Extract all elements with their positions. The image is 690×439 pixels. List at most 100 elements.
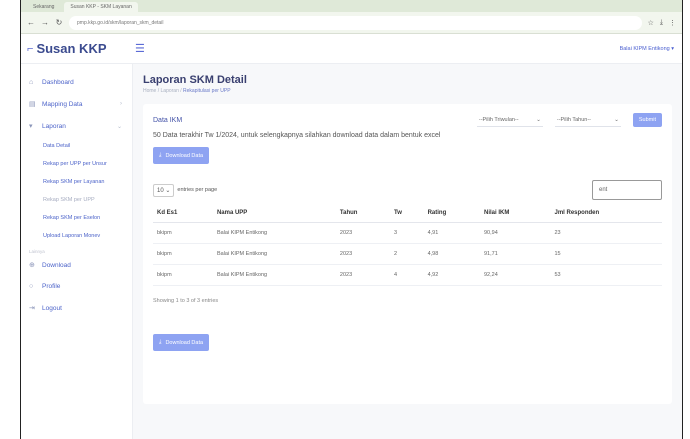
breadcrumb-home[interactable]: Home / Laporan / <box>143 88 182 94</box>
sidebar-subitem-active[interactable]: Rekap SKM per UPP <box>21 191 132 209</box>
page-title: Laporan SKM Detail <box>143 74 247 86</box>
column-header[interactable]: Nama UPP <box>212 204 336 223</box>
column-header[interactable]: Rating <box>423 204 480 223</box>
chevron-right-icon: › <box>120 101 122 107</box>
sidebar-item-dashboard[interactable]: ⌂ Dashboard <box>21 72 132 93</box>
sidebar-item-logout[interactable]: ⇥ Logout <box>21 297 132 319</box>
table-cell: 3 <box>389 222 424 244</box>
reload-icon[interactable]: ↻ <box>55 18 63 27</box>
home-icon: ⌂ <box>29 79 34 86</box>
sidebar-item-label: Dashboard <box>42 79 74 86</box>
bookmark-icon[interactable]: ☆ <box>648 19 654 27</box>
table-cell: 15 <box>550 243 662 265</box>
sidebar-subitem[interactable]: Rekap SKM per Layanan <box>21 173 132 191</box>
main-content: Laporan SKM Detail Home / Laporan / Reka… <box>133 64 682 439</box>
sidebar-item-label: Profile <box>42 283 61 290</box>
report-icon: ▾ <box>29 123 33 130</box>
brand[interactable]: ⌐ Susan KKP <box>21 41 133 56</box>
user-menu[interactable]: Balai KIPM Entikong ▾ <box>620 46 674 52</box>
sidebar-item-label: Logout <box>42 304 62 312</box>
entries-value: 10 <box>157 187 164 194</box>
data-card: Data IKM --Pilih Triwulan-- ⌄ --Pilih Ta… <box>143 104 672 404</box>
column-header[interactable]: Jml Responden <box>550 204 662 223</box>
download-data-label: Download Data <box>165 152 204 159</box>
sidebar-item-laporan[interactable]: ▾ Laporan ⌄ <box>21 115 132 137</box>
table-cell: bkipm <box>153 264 213 286</box>
mapping-icon: ▤ <box>29 101 36 108</box>
card-title: Data IKM <box>153 116 183 124</box>
brand-name: Susan KKP <box>36 41 107 56</box>
forward-icon[interactable]: → <box>41 18 49 27</box>
tab-bar: Sekarang Susan KKP - SKM Layanan <box>21 0 682 12</box>
logo-icon: ⌐ <box>27 42 34 55</box>
address-bar: ← → ↻ pmp.kkp.go.id/skm/laporan_skm_deta… <box>21 12 682 34</box>
column-header[interactable]: Kd Es1 <box>153 204 213 223</box>
sidebar-subitem[interactable]: Rekap per UPP per Unsur <box>21 155 132 173</box>
table-cell: 4,91 <box>423 222 480 244</box>
table-cell: Balai KIPM Entikong <box>212 243 336 265</box>
chevron-down-icon: ⌄ <box>614 116 619 123</box>
table-cell: 53 <box>550 264 662 286</box>
table-cell: 4 <box>389 264 424 286</box>
sidebar-subitem[interactable]: Data Detail <box>21 137 132 155</box>
download-data-button[interactable]: ⤓ Download Data <box>153 147 210 164</box>
hamburger-icon[interactable]: ☰ <box>135 42 145 55</box>
sidebar-item-label: Mapping Data <box>42 100 83 108</box>
table-cell: 90,94 <box>479 222 551 244</box>
info-text: 50 Data terakhir Tw 1/2024, untuk seleng… <box>153 132 441 139</box>
table-cell: Balai KIPM Entikong <box>212 222 336 244</box>
download-data-button-bottom[interactable]: ⤓ Download Data <box>153 334 210 351</box>
download-browser-icon[interactable]: ⤓ <box>660 19 663 27</box>
sidebar-item-profile[interactable]: ○ Profile <box>21 276 132 297</box>
download-data-label: Download Data <box>165 339 204 346</box>
sidebar-item-download[interactable]: ⊕ Download <box>21 254 132 276</box>
app-header: ⌐ Susan KKP ☰ Balai KIPM Entikong ▾ <box>21 34 682 64</box>
table-cell: 91,71 <box>479 243 551 265</box>
browser-window: Sekarang Susan KKP - SKM Layanan ← → ↻ p… <box>20 0 683 439</box>
breadcrumb: Home / Laporan / Rekapitulasi per UPP <box>143 88 672 94</box>
entries-per-page: 10 ⌄ entries per page <box>153 183 218 197</box>
sidebar-item-label: Download <box>42 261 71 269</box>
browser-tab[interactable]: Sekarang <box>27 2 60 12</box>
sidebar-item-label: Laporan <box>42 122 66 130</box>
table-cell: 92,24 <box>479 264 551 286</box>
back-icon[interactable]: ← <box>27 18 35 27</box>
entries-label: entries per page <box>177 187 218 193</box>
entries-select[interactable]: 10 ⌄ <box>153 183 175 197</box>
sidebar-item-mapping[interactable]: ▤ Mapping Data › <box>21 93 132 115</box>
table-cell: bkipm <box>153 243 213 265</box>
sidebar: ⌂ Dashboard ▤ Mapping Data › ▾ Laporan ⌄… <box>21 64 133 439</box>
sidebar-subitem[interactable]: Rekap SKM per Eselon <box>21 209 132 227</box>
table-cell: 2023 <box>335 222 390 244</box>
data-table: Kd Es1 Nama UPP Tahun Tw Rating Nilai IK… <box>153 204 662 286</box>
table-row: bkipm Balai KIPM Entikong 2023 3 4,91 90… <box>153 222 662 244</box>
logout-icon: ⇥ <box>29 305 35 312</box>
column-header[interactable]: Nilai IKM <box>479 204 551 223</box>
triwulan-select[interactable]: --Pilih Triwulan-- ⌄ <box>476 114 543 127</box>
search-input[interactable]: ent <box>592 180 662 200</box>
table-cell: 4,98 <box>423 243 480 265</box>
menu-icon[interactable]: ⋮ <box>669 19 676 27</box>
table-cell: 23 <box>550 222 662 244</box>
url-input[interactable]: pmp.kkp.go.id/skm/laporan_skm_detail <box>69 15 642 30</box>
table-header-row: Kd Es1 Nama UPP Tahun Tw Rating Nilai IK… <box>153 204 662 223</box>
table-cell: 2 <box>389 243 424 265</box>
breadcrumb-current: Rekapitulasi per UPP <box>183 88 231 94</box>
submit-button[interactable]: Submit <box>632 113 662 127</box>
table-cell: 2023 <box>335 243 390 265</box>
table-cell: Balai KIPM Entikong <box>212 264 336 286</box>
chevron-down-icon: ⌄ <box>116 123 122 130</box>
sidebar-separator: Lainnya <box>29 249 45 254</box>
table-cell: bkipm <box>153 222 213 244</box>
app: ⌐ Susan KKP ☰ Balai KIPM Entikong ▾ ⌂ Da… <box>21 34 682 439</box>
triwulan-select-value: --Pilih Triwulan-- <box>478 116 519 123</box>
download-icon: ⊕ <box>29 262 35 269</box>
download-icon: ⤓ <box>159 152 162 158</box>
column-header[interactable]: Tahun <box>335 204 390 223</box>
tahun-select[interactable]: --Pilih Tahun-- ⌄ <box>554 114 621 127</box>
table-cell: 4,92 <box>423 264 480 286</box>
sidebar-subitem[interactable]: Upload Laporan Monev <box>21 227 132 245</box>
browser-tab-active[interactable]: Susan KKP - SKM Layanan <box>64 2 138 12</box>
table-row: bkipm Balai KIPM Entikong 2023 4 4,92 92… <box>153 264 662 286</box>
column-header[interactable]: Tw <box>389 204 424 223</box>
